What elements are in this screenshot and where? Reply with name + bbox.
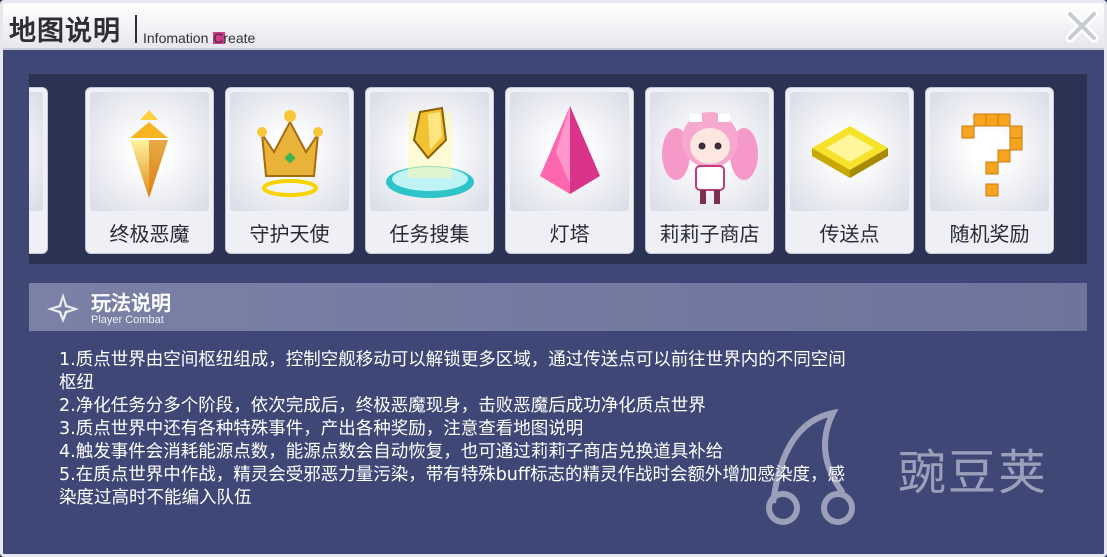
window-title: 地图说明 xyxy=(9,16,121,47)
crown-icon xyxy=(257,110,323,197)
card-lilyko-shop[interactable]: 莉莉子商店 xyxy=(645,87,774,254)
card-label: 终极恶魔 xyxy=(109,222,190,246)
window-subtitle-text-b: Create xyxy=(213,30,256,46)
card-label: 莉莉子商店 xyxy=(659,222,760,246)
card-teleport-point[interactable]: 传送点 xyxy=(785,87,914,254)
title-divider xyxy=(135,15,137,43)
watermark-text: 豌豆荚 xyxy=(898,445,1049,501)
close-icon xyxy=(1065,9,1099,43)
card-quest-collect[interactable]: 任务搜集 xyxy=(365,87,494,254)
card-art xyxy=(29,92,43,211)
watermark: 豌豆荚 xyxy=(743,403,1083,533)
card-random-reward[interactable]: 随机奖励 xyxy=(925,87,1054,254)
card-label: 随机奖励 xyxy=(949,222,1030,246)
card-label: 传送点 xyxy=(819,222,880,246)
title-bar: 地图说明 Infomation Create xyxy=(3,3,1104,50)
pink-crystal-icon xyxy=(540,106,600,194)
girl-character-icon xyxy=(662,112,758,204)
quest-gem-icon xyxy=(386,106,474,198)
card-label: 守护天使 xyxy=(249,222,330,246)
gameplay-section-header: 玩法说明 Player Combat xyxy=(29,283,1087,331)
description-line: 1.质点世界由空间枢纽组成，控制空舰移动可以解锁更多区域，通过传送点可以前往世界… xyxy=(59,350,846,370)
section-subtitle: Player Combat xyxy=(91,314,164,326)
window-subtitle-text: Infomation xyxy=(143,30,213,46)
teleport-pad-icon xyxy=(812,126,888,178)
gold-crystal-icon xyxy=(130,110,168,198)
card-label: 任务搜集 xyxy=(389,222,470,246)
section-title: 玩法说明 xyxy=(91,291,171,315)
map-info-window: 地图说明 Infomation Create 终极恶魔 守护天使 任务搜集 灯塔… xyxy=(0,0,1107,557)
question-mark-icon xyxy=(961,113,1023,197)
card-label: 灯塔 xyxy=(549,222,590,246)
watermark-logo-icon xyxy=(766,408,855,525)
card-guardian-angel[interactable]: 守护天使 xyxy=(225,87,354,254)
card-ultimate-demon[interactable]: 终极恶魔 xyxy=(85,87,214,254)
map-icon-strip[interactable]: 终极恶魔 守护天使 任务搜集 灯塔 莉莉子商店 传送点 随机奖励 xyxy=(29,74,1087,264)
window-subtitle: Infomation Create xyxy=(143,30,255,46)
section-star-icon xyxy=(47,293,79,323)
description-line: 枢纽 xyxy=(59,373,94,393)
card-partial[interactable] xyxy=(29,87,48,254)
close-button[interactable] xyxy=(1064,8,1100,44)
card-lighthouse[interactable]: 灯塔 xyxy=(505,87,634,254)
